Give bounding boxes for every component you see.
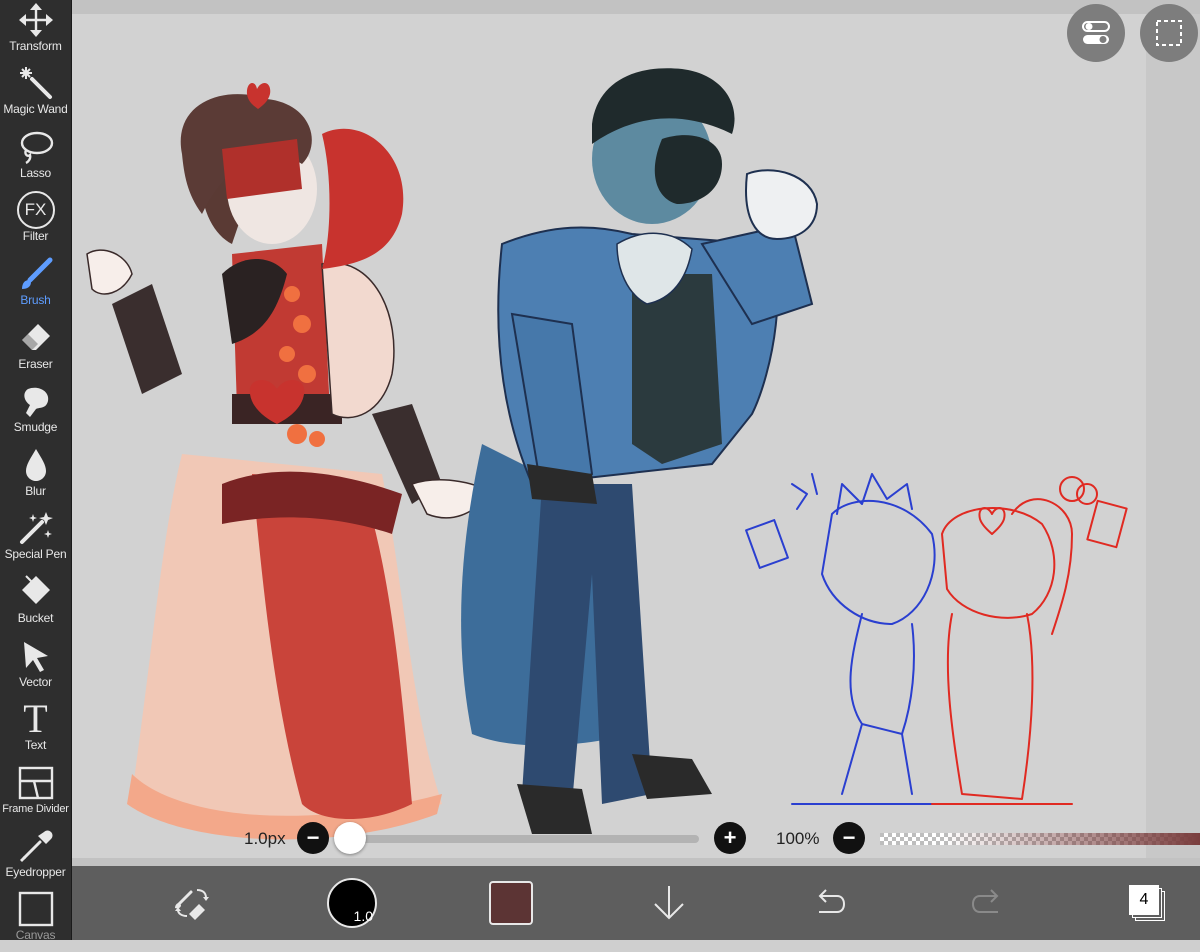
quick-toggles-button[interactable] (1067, 4, 1125, 62)
special-pen-icon (16, 508, 56, 548)
canvas-right-margin (1146, 14, 1200, 866)
tool-bucket-label: Bucket (17, 611, 54, 625)
brush-size-decrease-button[interactable]: − (297, 822, 329, 854)
import-download-button[interactable] (644, 866, 694, 940)
tool-bucket[interactable]: Bucket (0, 572, 71, 635)
tool-special-pen[interactable]: Special Pen (0, 508, 71, 571)
undo-button[interactable] (804, 866, 854, 940)
tool-brush[interactable]: Brush (0, 254, 71, 317)
fx-filter-icon: FX (16, 190, 56, 230)
tool-canvas-label: Canvas (15, 928, 56, 942)
brush-icon (16, 254, 56, 294)
color-picker-button[interactable] (486, 866, 536, 940)
fx-filter-icon-text: FX (16, 191, 55, 229)
tool-text-label: Text (24, 738, 47, 752)
artwork-character-heart-lady (86, 82, 494, 840)
smudge-finger-icon (16, 381, 56, 421)
tool-eyedropper-label: Eyedropper (5, 865, 66, 879)
tool-blur[interactable]: Blur (0, 445, 71, 508)
undo-icon (818, 889, 846, 913)
eyedropper-icon (16, 826, 56, 866)
tool-frame-divider[interactable]: Frame Divider (0, 763, 71, 826)
toggle-switches-icon (1082, 21, 1110, 44)
tool-smudge-label: Smudge (13, 420, 58, 434)
paint-bucket-icon (16, 572, 56, 612)
magic-wand-icon (16, 63, 56, 103)
brush-size-slider-track[interactable] (334, 835, 699, 843)
text-icon: T (16, 699, 56, 739)
tool-eraser-label: Eraser (18, 357, 53, 371)
tool-magic-wand[interactable]: Magic Wand (0, 63, 71, 126)
artwork-canvas[interactable] (72, 14, 1146, 858)
tool-smudge[interactable]: Smudge (0, 381, 71, 444)
blur-drop-icon (16, 445, 56, 485)
lasso-icon (16, 127, 56, 167)
frame-divider-icon (16, 763, 56, 803)
tool-eraser[interactable]: Eraser (0, 318, 71, 381)
move-arrows-icon (16, 0, 56, 40)
brush-size-badge: 1.0 (353, 908, 373, 924)
canvas-bottom-margin (72, 858, 1200, 866)
canvas-icon (16, 889, 56, 929)
arrow-down-icon (654, 886, 684, 920)
tool-transform[interactable]: Transform (0, 0, 71, 63)
redo-button[interactable] (963, 866, 1013, 940)
opacity-decrease-button[interactable]: − (833, 822, 865, 854)
tool-blur-label: Blur (25, 484, 46, 498)
selection-button[interactable] (1140, 4, 1198, 62)
layers-button[interactable]: 4 (1122, 866, 1172, 940)
tool-lasso-label: Lasso (19, 166, 52, 180)
artwork-chibi-sketches (745, 473, 1128, 805)
tool-special-pen-label: Special Pen (4, 547, 67, 561)
brush-eraser-swap-button[interactable] (167, 866, 217, 940)
tool-text[interactable]: T Text (0, 699, 71, 762)
tool-filter-label: Filter (22, 229, 49, 243)
tool-transform-label: Transform (9, 39, 62, 53)
current-color-swatch (489, 881, 533, 925)
tool-canvas[interactable]: Canvas (0, 889, 71, 952)
tool-frame-divider-label: Frame Divider (2, 803, 69, 815)
brush-size-preview: 1.0 (327, 878, 377, 928)
tool-magic-wand-label: Magic Wand (3, 102, 68, 116)
bottom-action-bar: 1.0 4 (72, 866, 1200, 940)
tool-brush-label: Brush (20, 293, 51, 307)
drawing-canvas-area[interactable]: 1.0px − + 100% − (72, 0, 1200, 866)
tool-vector-label: Vector (19, 675, 52, 689)
tool-filter[interactable]: FX Filter (0, 190, 71, 253)
brush-size-increase-button[interactable]: + (714, 822, 746, 854)
vector-cursor-icon (16, 636, 56, 676)
layers-stack-icon: 4 (1129, 885, 1165, 921)
opacity-slider-track[interactable] (880, 833, 1200, 845)
opacity-value: 100% (776, 829, 820, 848)
eraser-icon (16, 318, 56, 358)
brush-size-button[interactable]: 1.0 (327, 866, 377, 940)
redo-icon (971, 889, 999, 913)
tool-vector[interactable]: Vector (0, 636, 71, 699)
artwork-character-blue-suit (461, 68, 819, 834)
layer-count: 4 (1129, 885, 1159, 915)
text-icon-glyph: T (23, 696, 48, 741)
dashed-selection-icon (1156, 20, 1182, 46)
canvas-top-margin (72, 0, 1200, 14)
brush-size-value: 1.0px (244, 829, 286, 848)
brush-size-slider-thumb[interactable] (334, 822, 366, 854)
tool-lasso[interactable]: Lasso (0, 127, 71, 190)
tool-sidebar: Transform Magic Wand Lasso FX Filter Bru… (0, 0, 72, 942)
brush-eraser-swap-icon (175, 889, 209, 920)
tool-eyedropper[interactable]: Eyedropper (0, 826, 71, 889)
